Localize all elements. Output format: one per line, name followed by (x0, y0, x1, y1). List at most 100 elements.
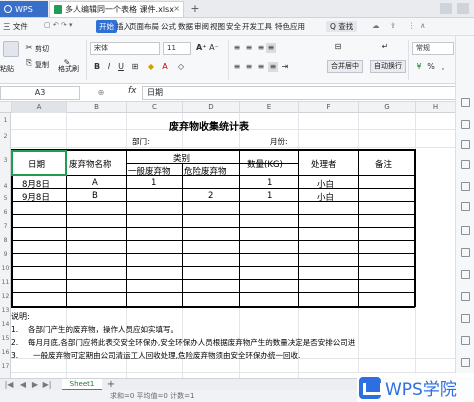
row-header[interactable]: 15 (0, 335, 11, 342)
tab-developer[interactable]: 开发工具 (242, 21, 272, 32)
row-header[interactable]: 10 (0, 265, 11, 272)
row-header[interactable]: 6 (0, 209, 11, 216)
cut-icon[interactable]: ✂ (24, 43, 34, 53)
sidebar-tool-icon[interactable] (461, 270, 470, 279)
cloud-sync-icon[interactable]: ☁ (372, 21, 380, 30)
sidebar-tool-icon[interactable] (461, 202, 470, 211)
justify-icon[interactable]: ≡ (268, 62, 278, 72)
column-header-f[interactable]: F (298, 102, 358, 113)
cut-button[interactable]: 剪切 (35, 44, 49, 54)
cell-waste-name[interactable]: A (92, 178, 98, 188)
add-sheet-icon[interactable]: + (106, 380, 116, 390)
first-sheet-icon[interactable]: |◀ (4, 380, 14, 390)
column-header-c[interactable]: C (126, 102, 182, 113)
wps-home-tab[interactable]: WPS (0, 1, 48, 17)
tab-review[interactable]: 审阅 (194, 21, 209, 32)
function-icon[interactable]: fx (128, 86, 137, 96)
auto-wrap-button[interactable]: 自动换行 (370, 60, 406, 73)
row-header[interactable]: 14 (0, 321, 11, 328)
tab-start[interactable]: 开始 (96, 20, 117, 33)
sidebar-tool-icon[interactable] (461, 358, 470, 367)
window-control-icon[interactable] (457, 3, 469, 14)
sidebar-tool-icon[interactable] (461, 140, 470, 149)
grow-font-icon[interactable]: A⁺ (196, 43, 206, 53)
paste-button[interactable]: 粘贴 (0, 64, 14, 74)
new-tab-icon[interactable]: + (188, 1, 202, 17)
sidebar-tool-icon[interactable] (461, 182, 470, 191)
align-right-icon[interactable]: ≡ (256, 62, 266, 72)
name-box[interactable]: A3 (0, 86, 80, 100)
align-bottom-icon[interactable]: ≡ (256, 43, 266, 53)
align-left-text-icon[interactable]: ≡ (232, 62, 242, 72)
sidebar-tool-icon[interactable] (461, 292, 470, 301)
sidebar-tool-icon[interactable] (461, 98, 470, 107)
sidebar-tool-icon[interactable] (461, 336, 470, 345)
merge-center-button[interactable]: 合并居中 (327, 60, 363, 73)
row-header[interactable]: 12 (0, 293, 11, 300)
column-header-d[interactable]: D (182, 102, 239, 113)
fill-color-icon[interactable]: ◆ (146, 62, 156, 72)
cell-date[interactable]: 9月8日 (22, 191, 50, 203)
tab-formula[interactable]: 公式 (161, 21, 176, 32)
align-top-icon[interactable]: ≡ (232, 43, 242, 53)
cell-date[interactable]: 8月8日 (22, 178, 50, 190)
currency-icon[interactable]: ¥ (414, 62, 424, 72)
cell-quantity[interactable]: 1 (267, 178, 272, 188)
tab-special[interactable]: 特色应用 (275, 21, 305, 32)
search-button[interactable]: Q 查找 (326, 21, 358, 32)
share-icon[interactable]: ⇪ (390, 21, 396, 30)
row-header[interactable]: 17 (0, 363, 11, 370)
row-header[interactable]: 4 (0, 183, 11, 190)
sidebar-tool-icon[interactable] (461, 120, 470, 129)
column-header-h[interactable]: H (415, 102, 455, 113)
cell-handler[interactable]: 小白 (317, 178, 334, 190)
sidebar-tool-icon[interactable] (461, 248, 470, 257)
align-center-icon[interactable]: ≡ (244, 62, 254, 72)
copy-icon[interactable]: ⎘ (24, 58, 34, 68)
shrink-font-icon[interactable]: A⁻ (209, 43, 219, 53)
sidebar-tool-icon[interactable] (461, 226, 470, 235)
document-tab[interactable]: 多人编辑同一个表格 课件.xlsx × (49, 1, 184, 17)
cell-waste-name[interactable]: B (92, 191, 98, 201)
cell-grid[interactable]: 废弃物收集统计表 部门: 月份: 日期 废弃物名称 类别 一般废弃物 危险废弃物… (11, 113, 455, 378)
format-painter-button[interactable]: 格式刷 (58, 64, 79, 74)
column-header-a[interactable]: A (11, 102, 66, 113)
percent-icon[interactable]: % (426, 62, 436, 72)
last-sheet-icon[interactable]: ▶| (42, 380, 52, 390)
column-header-b[interactable]: B (66, 102, 126, 113)
more-icon[interactable]: ⋮ (408, 21, 416, 30)
row-header[interactable]: 11 (0, 279, 11, 286)
align-left-icon[interactable]: ≡ (266, 43, 276, 53)
row-header[interactable]: 2 (0, 133, 11, 140)
row-header[interactable]: 7 (0, 223, 11, 230)
font-name-select[interactable]: 宋体 (90, 42, 160, 55)
indent-icon[interactable]: ⇥ (280, 62, 290, 72)
close-tab-icon[interactable]: × (173, 4, 180, 13)
row-header[interactable]: 1 (0, 117, 11, 124)
tab-page-layout[interactable]: 页面布局 (129, 21, 159, 32)
bold-icon[interactable]: B (92, 62, 102, 72)
italic-icon[interactable]: I (104, 62, 114, 72)
zoom-icon[interactable]: ⊕ (96, 88, 106, 98)
cell-handler[interactable]: 小白 (317, 191, 334, 203)
tab-view[interactable]: 视图 (210, 21, 225, 32)
cell-general[interactable]: 1 (151, 178, 156, 188)
prev-sheet-icon[interactable]: ◀ (18, 380, 28, 390)
tab-security[interactable]: 安全 (226, 21, 241, 32)
menu-file[interactable]: 三 文件 (3, 21, 28, 32)
row-header[interactable]: 16 (0, 349, 11, 356)
row-header[interactable]: 8 (0, 237, 11, 244)
copy-button[interactable]: 复制 (35, 60, 49, 70)
paste-icon[interactable] (3, 41, 19, 57)
underline-icon[interactable]: U (116, 62, 126, 72)
collapse-ribbon-icon[interactable]: ∧ (420, 21, 426, 30)
border-icon[interactable]: ⊞ (130, 62, 140, 72)
align-middle-icon[interactable]: ≡ (244, 43, 254, 53)
font-size-select[interactable]: 11 (163, 42, 191, 55)
row-header[interactable]: 3 (0, 157, 11, 164)
row-header[interactable]: 13 (0, 307, 11, 314)
row-header[interactable]: 9 (0, 251, 11, 258)
quick-access-icons[interactable]: ▢ ↶ ↷ ▾ (44, 21, 73, 29)
sidebar-tool-icon[interactable] (461, 160, 470, 169)
font-color-icon[interactable]: A (160, 62, 170, 72)
